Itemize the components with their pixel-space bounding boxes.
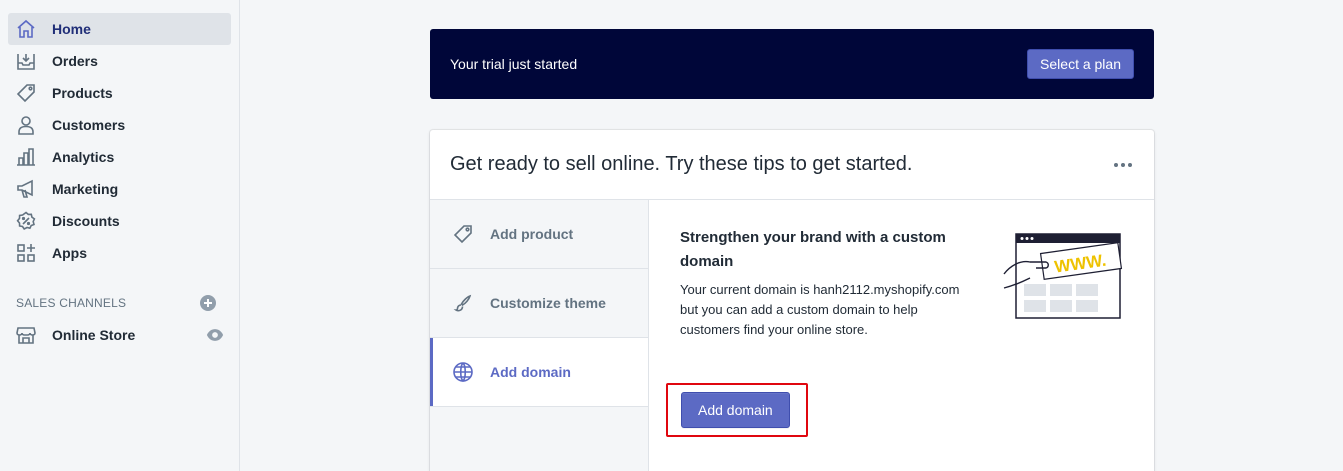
sidebar: Home Orders Products Customers Analytics… xyxy=(0,0,240,471)
plus-circle-icon[interactable] xyxy=(199,294,217,312)
sidebar-item-label: Analytics xyxy=(52,149,115,165)
select-plan-button[interactable]: Select a plan xyxy=(1027,49,1134,79)
eye-icon[interactable] xyxy=(205,325,225,345)
sidebar-item-label: Orders xyxy=(52,53,98,69)
tips-tabs: Add product Customize theme Add domain xyxy=(430,200,649,471)
tip-body: Your current domain is hanh2112.myshopif… xyxy=(680,282,960,337)
orders-icon xyxy=(16,51,36,71)
sidebar-item-discounts[interactable]: Discounts xyxy=(8,205,231,237)
tab-label: Add product xyxy=(490,226,574,242)
store-icon xyxy=(16,325,36,345)
card-title: Get ready to sell online. Try these tips… xyxy=(450,153,913,175)
sidebar-item-label: Apps xyxy=(52,245,87,261)
tab-label: Add domain xyxy=(490,364,571,380)
sidebar-item-customers[interactable]: Customers xyxy=(8,109,231,141)
sidebar-item-orders[interactable]: Orders xyxy=(8,45,231,77)
tips-card: Get ready to sell online. Try these tips… xyxy=(430,130,1154,471)
sidebar-item-marketing[interactable]: Marketing xyxy=(8,173,231,205)
tab-add-product[interactable]: Add product xyxy=(430,200,648,269)
sales-channels-title: SALES CHANNELS xyxy=(16,296,127,310)
add-domain-button[interactable]: Add domain xyxy=(681,392,790,428)
apps-icon xyxy=(16,243,36,263)
megaphone-icon xyxy=(16,179,36,199)
bar-chart-icon xyxy=(16,147,36,167)
globe-icon xyxy=(452,361,474,383)
sidebar-item-label: Customers xyxy=(52,117,126,133)
sidebar-item-label: Home xyxy=(52,21,91,37)
discount-icon xyxy=(16,211,36,231)
tip-panel: Strengthen your brand with a custom doma… xyxy=(680,226,960,340)
sidebar-item-apps[interactable]: Apps xyxy=(8,237,231,269)
sidebar-item-label: Marketing xyxy=(52,181,119,197)
sidebar-item-analytics[interactable]: Analytics xyxy=(8,141,231,173)
sales-channels-header: SALES CHANNELS xyxy=(0,287,239,319)
tag-icon xyxy=(452,223,474,245)
tip-heading: Strengthen your brand with a custom doma… xyxy=(680,229,946,270)
sidebar-item-label: Products xyxy=(52,85,113,101)
more-horizontal-icon[interactable] xyxy=(1112,157,1134,173)
domain-illustration: WWW. xyxy=(1003,233,1123,319)
tab-add-domain[interactable]: Add domain xyxy=(430,338,648,407)
sidebar-item-label: Discounts xyxy=(52,213,120,229)
trial-banner: Your trial just started Select a plan xyxy=(430,29,1154,99)
sidebar-item-label: Online Store xyxy=(52,327,136,343)
home-icon xyxy=(16,19,36,39)
brush-icon xyxy=(452,292,474,314)
tab-customize-theme[interactable]: Customize theme xyxy=(430,269,648,338)
person-icon xyxy=(16,115,36,135)
sidebar-item-online-store[interactable]: Online Store xyxy=(8,319,231,351)
sidebar-item-home[interactable]: Home xyxy=(8,13,231,45)
tab-label: Customize theme xyxy=(490,295,606,311)
card-header: Get ready to sell online. Try these tips… xyxy=(430,130,1154,200)
sidebar-item-products[interactable]: Products xyxy=(8,77,231,109)
trial-text: Your trial just started xyxy=(450,56,578,72)
tag-icon xyxy=(16,83,36,103)
